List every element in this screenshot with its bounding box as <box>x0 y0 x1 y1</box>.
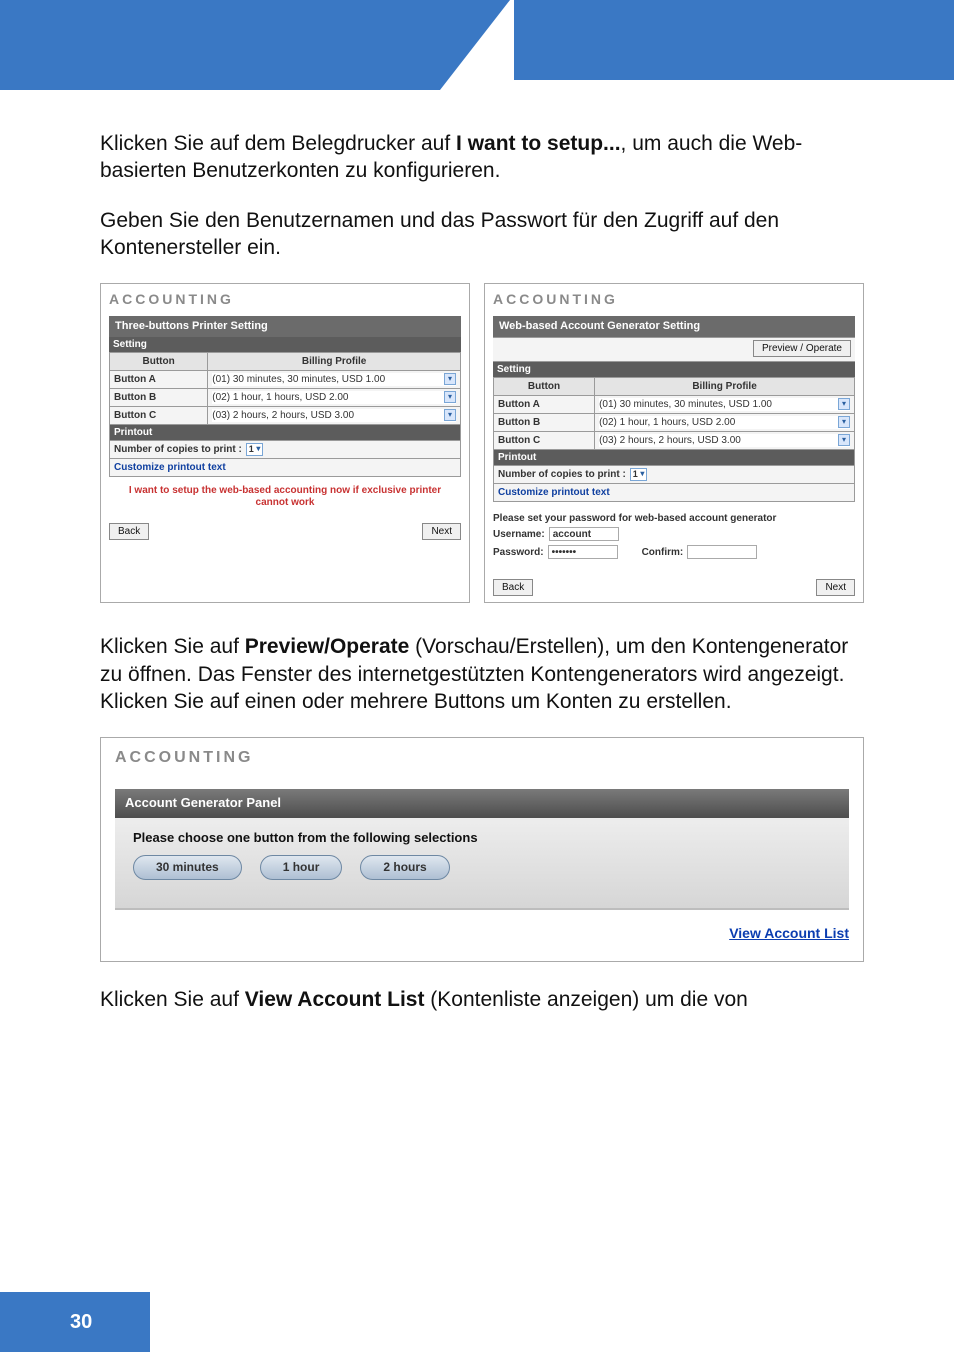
screenshot-printer-setting: ACCOUNTING Three-buttons Printer Setting… <box>100 283 470 603</box>
shot1-row1-name: Button B <box>110 388 208 406</box>
preview-operate-button[interactable]: Preview / Operate <box>753 340 851 357</box>
shot1-row0-name: Button A <box>110 370 208 388</box>
page-number: 30 <box>0 1292 150 1352</box>
shot1-col-profile: Billing Profile <box>208 352 461 370</box>
pw-instruction: Please set your password for web-based a… <box>493 512 855 525</box>
username-label: Username: <box>493 528 545 541</box>
next-button[interactable]: Next <box>422 523 461 540</box>
table-row: Button B (02) 1 hour, 1 hours, USD 2.00▾ <box>494 413 855 431</box>
shot1-row2-name: Button C <box>110 406 208 424</box>
shot1-setting-label: Setting <box>109 337 461 352</box>
shot1-table: Button Billing Profile Button A (01) 30 … <box>109 352 461 425</box>
back-button[interactable]: Back <box>109 523 149 540</box>
shot2-row2-name: Button C <box>494 431 595 449</box>
paragraph-1: Klicken Sie auf dem Belegdrucker auf I w… <box>100 130 864 185</box>
chevron-down-icon[interactable]: ▾ <box>444 373 456 385</box>
shot2-table: Button Billing Profile Button A (01) 30 … <box>493 377 855 450</box>
copies-select[interactable]: 1 ▾ <box>630 468 648 482</box>
customize-printout-link[interactable]: Customize printout text <box>493 484 855 502</box>
shot2-col-button: Button <box>494 377 595 395</box>
shot1-copies-label: Number of copies to print : <box>114 443 242 456</box>
generator-instruction: Please choose one button from the follow… <box>133 830 831 847</box>
confirm-label: Confirm: <box>642 546 684 559</box>
chevron-down-icon[interactable]: ▾ <box>444 409 456 421</box>
username-field[interactable]: account <box>549 527 619 541</box>
password-label: Password: <box>493 546 544 559</box>
paragraph-3: Klicken Sie auf Preview/Operate (Vorscha… <box>100 633 864 715</box>
screenshot-web-generator-setting: ACCOUNTING Web-based Account Generator S… <box>484 283 864 603</box>
chevron-down-icon: ▾ <box>256 444 260 454</box>
shot1-red-link[interactable]: I want to setup the web-based accounting… <box>109 477 461 513</box>
shot1-printout-label: Printout <box>109 425 461 441</box>
chevron-down-icon[interactable]: ▾ <box>444 391 456 403</box>
shot1-row1-profile: (02) 1 hour, 1 hours, USD 2.00 <box>212 391 348 404</box>
shot1-row2-profile: (03) 2 hours, 2 hours, USD 3.00 <box>212 409 354 422</box>
confirm-field[interactable] <box>687 545 757 559</box>
chevron-down-icon: ▾ <box>640 469 644 479</box>
chevron-down-icon[interactable]: ▾ <box>838 398 850 410</box>
p1a: Klicken Sie auf dem Belegdrucker auf <box>100 132 456 155</box>
shot2-printout-label: Printout <box>493 450 855 466</box>
header-shape-right <box>514 0 954 80</box>
view-account-list-link[interactable]: View Account List <box>115 924 849 942</box>
shot1-title: ACCOUNTING <box>109 290 461 308</box>
shot2-title: ACCOUNTING <box>493 290 855 308</box>
copies-select[interactable]: 1 ▾ <box>246 443 264 457</box>
next-button[interactable]: Next <box>816 579 855 596</box>
table-row: Button A (01) 30 minutes, 30 minutes, US… <box>494 395 855 413</box>
table-row: Button C (03) 2 hours, 2 hours, USD 3.00… <box>110 406 461 424</box>
chevron-down-icon[interactable]: ▾ <box>838 434 850 446</box>
shot3-title: ACCOUNTING <box>115 748 849 769</box>
shot1-row0-profile: (01) 30 minutes, 30 minutes, USD 1.00 <box>212 373 385 386</box>
shot2-row1-name: Button B <box>494 413 595 431</box>
shot2-copies-row: Number of copies to print : 1 ▾ <box>493 466 855 485</box>
chevron-down-icon[interactable]: ▾ <box>838 416 850 428</box>
table-row: Button C (03) 2 hours, 2 hours, USD 3.00… <box>494 431 855 449</box>
shot2-row0-name: Button A <box>494 395 595 413</box>
paragraph-4: Klicken Sie auf View Account List (Konte… <box>100 986 864 1013</box>
paragraph-2: Geben Sie den Benutzernamen und das Pass… <box>100 207 864 262</box>
duration-button-30min[interactable]: 30 minutes <box>133 855 242 881</box>
table-row: Button A (01) 30 minutes, 30 minutes, US… <box>110 370 461 388</box>
shot1-panel-title: Three-buttons Printer Setting <box>109 316 461 336</box>
shot1-copies-row: Number of copies to print : 1 ▾ <box>109 441 461 460</box>
shot2-setting-label: Setting <box>493 362 855 377</box>
table-row: Button B (02) 1 hour, 1 hours, USD 2.00 ▾ <box>110 388 461 406</box>
duration-button-1hour[interactable]: 1 hour <box>260 855 343 881</box>
p4-bold: View Account List <box>245 988 425 1011</box>
shot2-panel-title: Web-based Account Generator Setting <box>493 316 855 336</box>
password-field[interactable]: ••••••• <box>548 545 618 559</box>
p1-bold: I want to setup... <box>456 132 621 155</box>
back-button[interactable]: Back <box>493 579 533 596</box>
customize-printout-link[interactable]: Customize printout text <box>109 459 461 477</box>
shot1-col-button: Button <box>110 352 208 370</box>
generator-panel-title: Account Generator Panel <box>115 789 849 818</box>
p3-bold: Preview/Operate <box>245 635 410 658</box>
shot2-col-profile: Billing Profile <box>595 377 855 395</box>
screenshot-generator-panel: ACCOUNTING Account Generator Panel Pleas… <box>100 737 864 961</box>
duration-button-2hours[interactable]: 2 hours <box>360 855 449 881</box>
